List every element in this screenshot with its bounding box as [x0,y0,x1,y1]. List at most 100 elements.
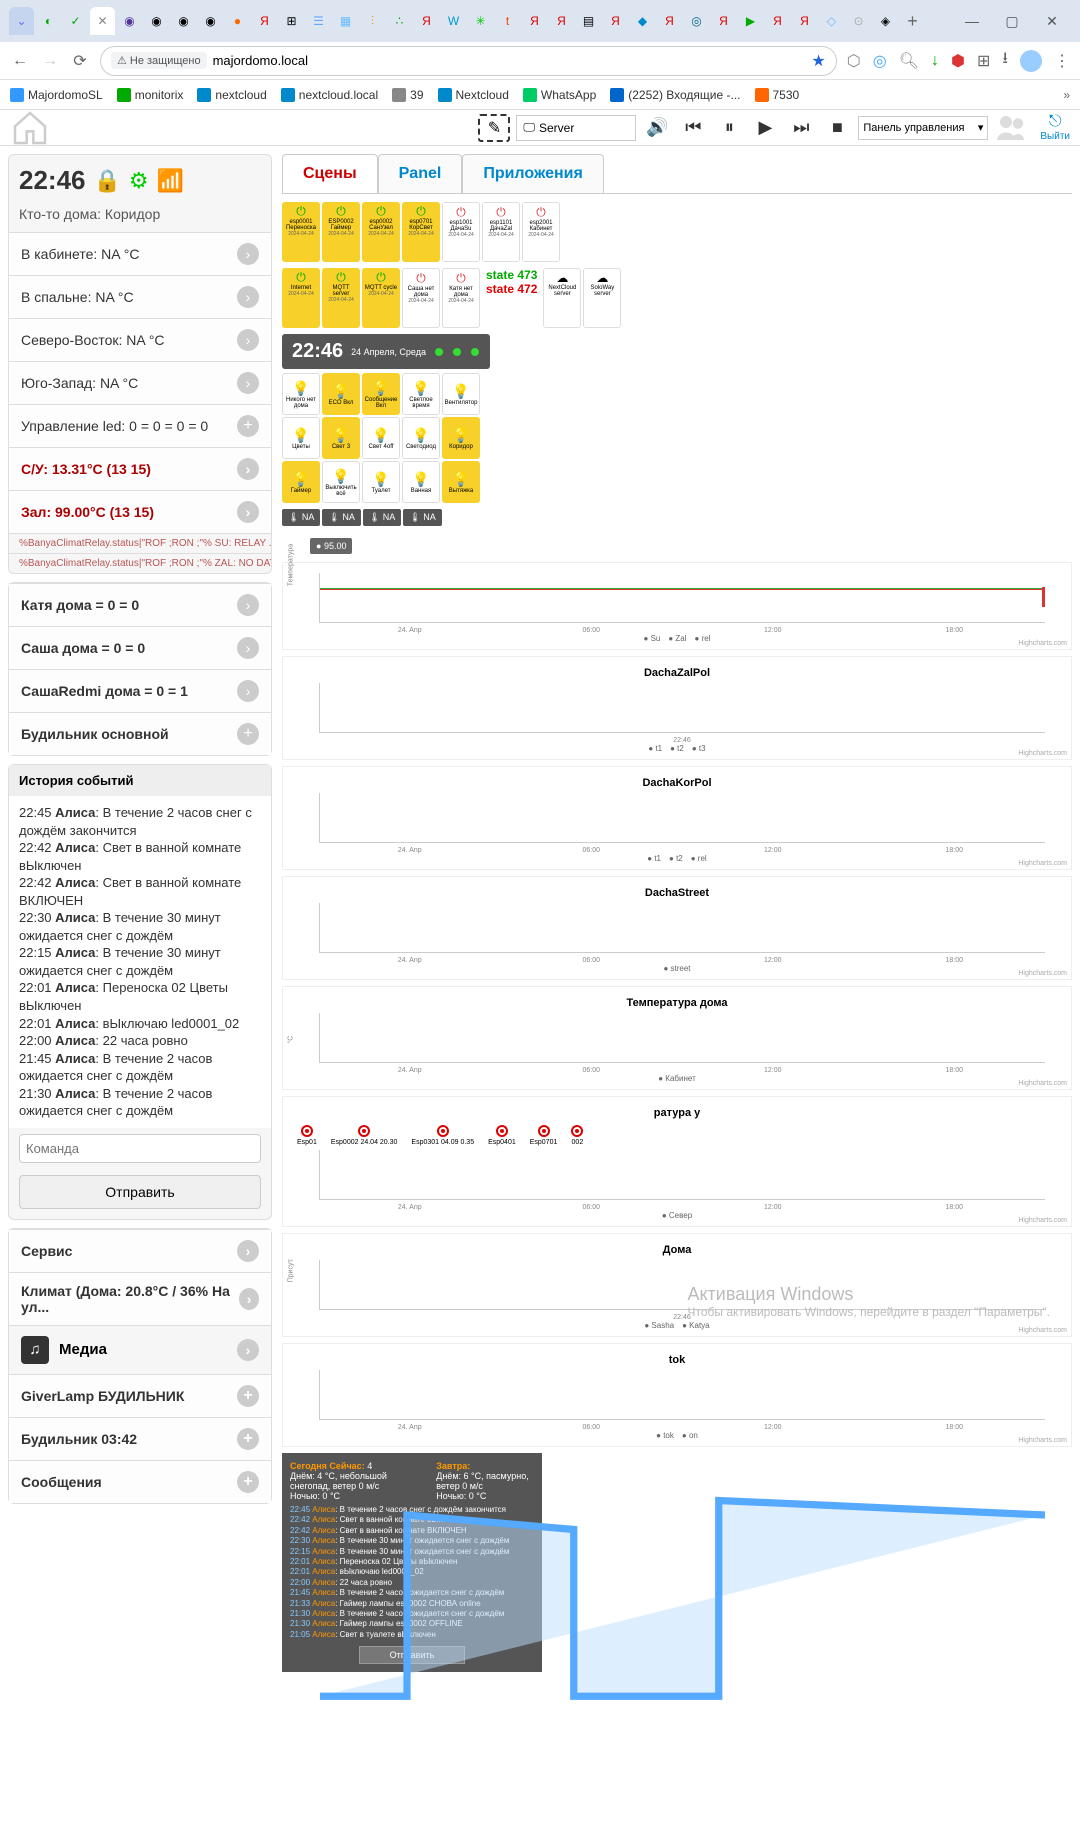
control-tile[interactable]: 💡Вытяжка [442,461,480,503]
tab-3[interactable]: ✓ [63,7,88,35]
device-tile[interactable]: ⏻MQTT server2024-04-24 [322,268,360,328]
volume-icon[interactable]: 🔊 [642,116,672,140]
tab-24[interactable]: ◆ [630,7,655,35]
menu-icon[interactable]: ⋮ [1054,51,1070,71]
control-tile[interactable]: 💡Гаймер [282,461,320,503]
device-tile[interactable]: ⏻Internet2024-04-24 [282,268,320,328]
device-tile[interactable]: ⏻esp0701 КорСвет2024-04-24 [402,202,440,262]
device-tile[interactable]: ⏻esp0002 СанУзел2024-04-24 [362,202,400,262]
tab-23[interactable]: Я [603,7,628,35]
tab-apps[interactable]: Приложения [462,154,604,193]
tab-17[interactable]: W [441,7,466,35]
zoom-icon[interactable]: 🔍︎ [899,51,919,71]
control-tile[interactable]: 💡Свет 4off [362,417,400,459]
bookmark-item[interactable]: nextcloud [197,88,266,102]
tab-31[interactable]: ◇ [819,7,844,35]
control-tile[interactable]: 💡Никого нет дома [282,373,320,415]
bookmark-item[interactable]: monitorix [117,88,184,102]
home-icon[interactable] [10,108,50,148]
tab-20[interactable]: Я [522,7,547,35]
room-row[interactable]: Зал: 99.00°C (13 15)› [9,490,271,533]
server-tile[interactable]: ☁SoloWay server [583,268,621,328]
ublock-icon[interactable]: ⬢ [951,51,965,71]
tab-29[interactable]: Я [765,7,790,35]
tab-panel[interactable]: Panel [378,154,463,193]
tab-16[interactable]: Я [414,7,439,35]
device-tile[interactable]: ⏻esp2001 Кабинет2024-04-24 [522,202,560,262]
screen-select[interactable]: 🖵 Server [516,115,636,141]
control-tile[interactable]: 💡Выключить всё [322,461,360,503]
url-input[interactable]: ⚠ Не защищено majordomo.local ★ [100,46,837,76]
tab-27[interactable]: Я [711,7,736,35]
control-tile[interactable]: 💡Светлое время [402,373,440,415]
window-maximize[interactable]: ▢ [992,6,1032,36]
person-row[interactable]: СашаRedmi дома = 0 = 1› [9,669,271,712]
menu-row[interactable]: Сообщения+ [9,1460,271,1503]
tab-32[interactable]: ⊙ [846,7,871,35]
profile-icon[interactable] [1020,50,1042,72]
device-tile[interactable]: ⏻MQTT cycle2024-04-24 [362,268,400,328]
server-tile[interactable]: ☁NextCloud server [543,268,581,328]
tab-18[interactable]: ✳ [468,7,493,35]
control-tile[interactable]: 💡Сообщение Вкл [362,373,400,415]
send-button[interactable]: Отправить [19,1175,261,1209]
bookmark-item[interactable]: WhatsApp [523,88,596,102]
command-input[interactable] [19,1134,261,1163]
room-row[interactable]: Управление led: 0 = 0 = 0 = 0+ [9,404,271,447]
control-tile[interactable]: 💡Ванная [402,461,440,503]
tab-new[interactable]: + [900,7,925,35]
device-tile[interactable]: ⏻esp0001 Переноска2024-04-24 [282,202,320,262]
tab-12[interactable]: ☰ [306,7,331,35]
tab-13[interactable]: ▦ [333,7,358,35]
tab-14[interactable]: ⫶ [360,7,385,35]
security-badge[interactable]: ⚠ Не защищено [111,52,207,69]
download-tray-icon[interactable]: ⭳ [1002,47,1008,74]
control-tile[interactable]: 💡Светодиод [402,417,440,459]
bookmark-item[interactable]: MajordomoSL [10,88,103,102]
bookmark-item[interactable]: nextcloud.local [281,88,378,102]
prev-icon[interactable]: ⏮ [678,116,708,140]
tab-1[interactable]: ⌄ [9,7,34,35]
tab-7[interactable]: ◉ [171,7,196,35]
window-close[interactable]: ✕ [1032,6,1072,36]
play-icon[interactable]: ▶ [750,116,780,140]
extensions-icon[interactable]: ⊞ [977,51,990,71]
tab-33[interactable]: ◈ [873,7,898,35]
logout-button[interactable]: ⎋ Выйти [1040,113,1070,142]
menu-row[interactable]: Климат (Дома: 20.8°C / 36% На ул...› [9,1272,271,1325]
device-tile[interactable]: ⏻esp1101 ДачаZal2024-04-24 [482,202,520,262]
tab-9[interactable]: ● [225,7,250,35]
control-tile[interactable]: 💡Туалет [362,461,400,503]
back-button[interactable]: ← [10,51,30,71]
tab-25[interactable]: Я [657,7,682,35]
person-row[interactable]: Катя дома = 0 = 0› [9,583,271,626]
media-row[interactable]: ♫Медиа› [9,1325,271,1374]
room-row[interactable]: С/У: 13.31°C (13 15)› [9,447,271,490]
tab-2[interactable]: ◐ [36,7,61,35]
tab-26[interactable]: ◎ [684,7,709,35]
control-tile[interactable]: 💡Цветы [282,417,320,459]
room-row[interactable]: В спальне: NA °C› [9,275,271,318]
device-tile[interactable]: ⏻ESP0002 Гаймер2024-04-24 [322,202,360,262]
menu-row[interactable]: Будильник 03:42+ [9,1417,271,1460]
room-row[interactable]: Юго-Запад: NA °C› [9,361,271,404]
next-icon[interactable]: ⏭ [786,116,816,140]
tab-19[interactable]: t [495,7,520,35]
control-tile[interactable]: 💡ECO Вкл [322,373,360,415]
bookmark-item[interactable]: (2252) Входящие -... [610,88,740,102]
pause-icon[interactable]: ⏸ [714,116,744,140]
tab-5[interactable]: ◉ [117,7,142,35]
bookmark-item[interactable]: Nextcloud [438,88,509,102]
bookmark-item[interactable]: 39 [392,88,423,102]
control-tile[interactable]: 💡Вентилятор [442,373,480,415]
panel-select[interactable]: Панель управления ▾ [858,116,988,140]
tab-10[interactable]: Я [252,7,277,35]
menu-row[interactable]: Сервис› [9,1229,271,1272]
control-tile[interactable]: 💡Коридор [442,417,480,459]
bookmarks-overflow[interactable]: » [1063,88,1070,102]
tab-22[interactable]: ▤ [576,7,601,35]
device-tile[interactable]: ⏻esp1001 ДачаSu2024-04-24 [442,202,480,262]
edit-icon[interactable]: ✎ [478,114,510,142]
device-tile[interactable]: ⏻Саша нет дома2024-04-24 [402,268,440,328]
download-ok-icon[interactable]: ↓ [931,52,939,70]
